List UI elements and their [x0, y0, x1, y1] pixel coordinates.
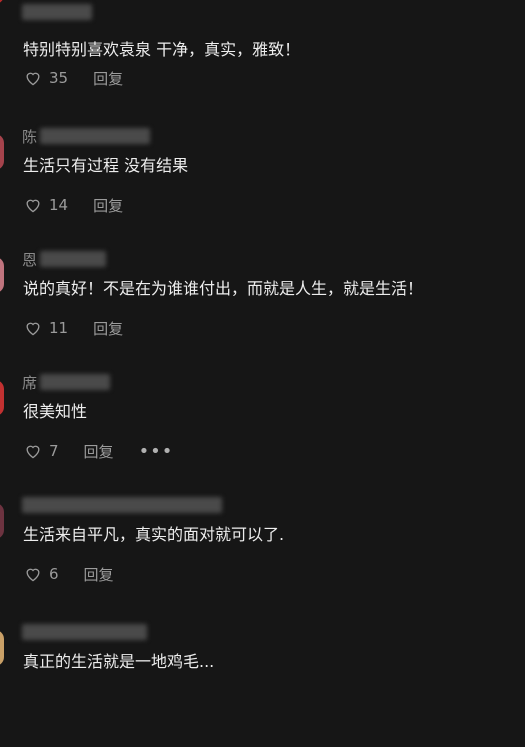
- avatar[interactable]: [0, 503, 4, 539]
- comment-text: 说的真好！不是在为谁谁付出，而就是人生，就是生活！: [23, 279, 424, 298]
- username-initial[interactable]: 席: [22, 372, 37, 393]
- comment-item: 恩 说的真好！不是在为谁谁付出，而就是人生，就是生活！ 11 回复: [0, 251, 525, 374]
- avatar[interactable]: [0, 257, 4, 293]
- like-count: 11: [49, 319, 69, 337]
- comment-text: 真正的生活就是一地鸡毛...: [23, 652, 215, 671]
- heart-icon[interactable]: [24, 197, 42, 213]
- comment-item: 真正的生活就是一地鸡毛...: [0, 624, 525, 747]
- avatar[interactable]: [0, 0, 4, 4]
- comment-actions: 11 回复: [24, 317, 123, 339]
- username-blurred[interactable]: [22, 497, 222, 513]
- comment-actions: 6 回复: [24, 563, 114, 585]
- username-blurred[interactable]: [40, 251, 106, 267]
- username-blurred[interactable]: [22, 624, 147, 640]
- like-count: 7: [49, 442, 59, 460]
- avatar[interactable]: [0, 134, 4, 170]
- like-count: 6: [49, 565, 59, 583]
- reply-button[interactable]: 回复: [93, 195, 123, 216]
- avatar[interactable]: [0, 380, 4, 416]
- comment-actions: 7 回复 •••: [24, 440, 173, 462]
- comment-item: 生活来自平凡，真实的面对就可以了. 6 回复: [0, 497, 525, 620]
- comment-text: 生活来自平凡，真实的面对就可以了.: [23, 525, 285, 544]
- username-blurred[interactable]: [40, 374, 110, 390]
- comment-item: 陈 生活只有过程 没有结果 14 回复: [0, 128, 525, 251]
- reply-button[interactable]: 回复: [93, 68, 123, 89]
- like-count: 35: [49, 69, 69, 87]
- like-count: 14: [49, 196, 69, 214]
- username-initial[interactable]: 陈: [22, 126, 37, 147]
- heart-icon[interactable]: [24, 566, 42, 582]
- comment-text: 很美知性: [23, 402, 88, 421]
- comment-actions: 35 回复: [24, 67, 123, 89]
- username-blurred[interactable]: [22, 4, 92, 20]
- reply-button[interactable]: 回复: [84, 441, 114, 462]
- heart-icon[interactable]: [24, 443, 42, 459]
- username-initial[interactable]: 恩: [22, 249, 37, 270]
- reply-button[interactable]: 回复: [84, 564, 114, 585]
- avatar[interactable]: [0, 630, 4, 666]
- comment-text: 特别特别喜欢袁泉 干净，真实，雅致！: [23, 40, 301, 59]
- comment-item: 席 很美知性 7 回复 •••: [0, 374, 525, 497]
- more-options-icon[interactable]: •••: [139, 441, 174, 462]
- comment-item: 特别特别喜欢袁泉 干净，真实，雅致！ 35 回复: [0, 0, 525, 88]
- heart-icon[interactable]: [24, 70, 42, 86]
- comment-actions: 14 回复: [24, 194, 123, 216]
- heart-icon[interactable]: [24, 320, 42, 336]
- username-blurred[interactable]: [40, 128, 150, 144]
- reply-button[interactable]: 回复: [93, 318, 123, 339]
- comment-text: 生活只有过程 没有结果: [23, 156, 189, 175]
